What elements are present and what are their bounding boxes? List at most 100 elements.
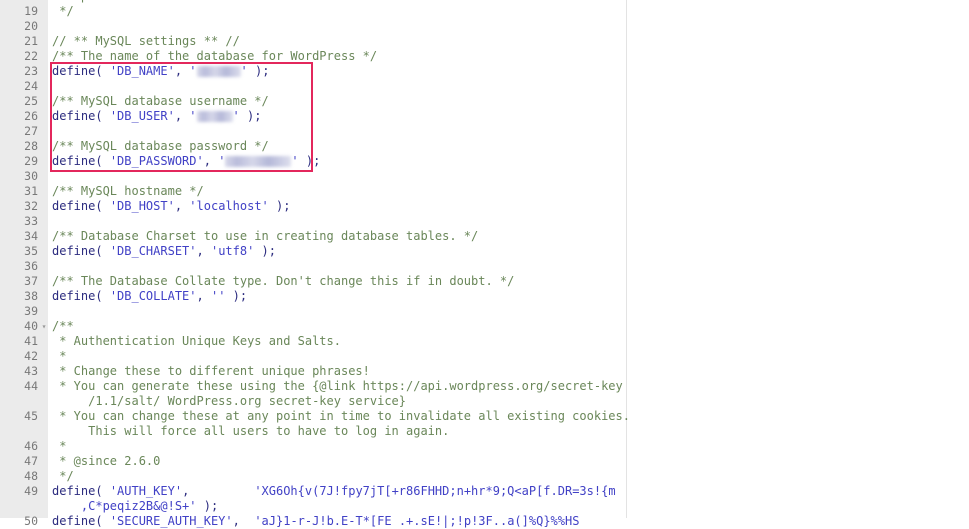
code-line[interactable]: 34 /** Database Charset to use in creatin… [0, 229, 969, 244]
token-p: ); [247, 64, 270, 78]
code-lines[interactable]: 18 * cp u19 */2021// ** MySQL settings *… [0, 0, 969, 529]
token-c: /** MySQL hostname */ [52, 184, 204, 198]
code-line[interactable]: 41 * Authentication Unique Keys and Salt… [0, 334, 969, 349]
line-number: 45 [24, 409, 38, 423]
code-line[interactable]: 28 /** MySQL database password */ [0, 139, 969, 154]
code-line[interactable]: 31 /** MySQL hostname */ [0, 184, 969, 199]
line-number: 33 [24, 214, 38, 228]
code-line[interactable]: 39 [0, 304, 969, 319]
code-text: * [52, 349, 66, 364]
line-number: 30 [24, 169, 38, 183]
line-number: 27 [24, 124, 38, 138]
token-c: /** [52, 319, 74, 333]
line-number: 26 [24, 109, 38, 123]
code-line[interactable]: 37 /** The Database Collate type. Don't c… [0, 274, 969, 289]
token-s: 'utf8' [210, 244, 255, 258]
line-number: 46 [24, 439, 38, 453]
line-number: 28 [24, 139, 38, 153]
code-text: * Change these to different unique phras… [52, 364, 370, 379]
code-text: define( 'DB_USER', ' ' ); [52, 109, 261, 124]
token-p: , [196, 289, 211, 303]
code-line[interactable]: 30 [0, 169, 969, 184]
code-text: * Authentication Unique Keys and Salts. [52, 334, 341, 349]
line-number: 25 [24, 94, 38, 108]
code-line[interactable]: 24 [0, 79, 969, 94]
token-p: , [232, 514, 255, 528]
code-line[interactable]: 25 /** MySQL database username */ [0, 94, 969, 109]
code-line[interactable]: 33 [0, 214, 969, 229]
token-c: * cp u [52, 0, 153, 3]
code-line[interactable]: 36 [0, 259, 969, 274]
token-c: */ [52, 469, 74, 483]
line-number: 29 [24, 154, 38, 168]
line-number: 20 [24, 19, 38, 33]
token-s: 'DB_USER' [109, 109, 175, 123]
line-number: 49 [24, 484, 38, 498]
token-c: /** The Database Collate type. Don't cha… [52, 274, 515, 288]
token-p: ); [268, 199, 291, 213]
token-p: ); [225, 289, 248, 303]
token-s: 'SECURE_AUTH_KEY' [109, 514, 233, 528]
code-line[interactable]: 40 ▾ /** [0, 319, 969, 334]
token-c: * @since 2.6.0 [52, 454, 161, 468]
redacted-value [196, 111, 233, 122]
code-text: define( 'SECURE_AUTH_KEY', 'aJ}1-r-J!b.E… [52, 514, 579, 529]
code-line[interactable]: 20 [0, 19, 969, 34]
code-line[interactable]: 43 * Change these to different unique ph… [0, 364, 969, 379]
token-fn: define [52, 64, 96, 78]
line-number: 19 [24, 4, 38, 18]
token-c: * Change these to different unique phras… [52, 364, 370, 378]
code-text: define( 'DB_COLLATE', '' ); [52, 289, 247, 304]
line-number: 44 [24, 379, 38, 393]
code-line[interactable]: 19 */ [0, 4, 969, 19]
line-number: 39 [24, 304, 38, 318]
code-line[interactable]: 32 define( 'DB_HOST', 'localhost' ); [0, 199, 969, 214]
code-editor[interactable]: 18 * cp u19 */2021// ** MySQL settings *… [0, 0, 969, 528]
line-number: 22 [24, 49, 38, 63]
code-line[interactable]: 21 // ** MySQL settings ** // [0, 34, 969, 49]
code-line[interactable]: 22 /** The name of the database for WordP… [0, 49, 969, 64]
token-fn: define [52, 244, 96, 258]
line-number: 41 [24, 334, 38, 348]
code-text: define( 'DB_PASSWORD', ' ' ); [52, 154, 320, 169]
token-c: * [52, 349, 67, 363]
code-line[interactable]: 35 define( 'DB_CHARSET', 'utf8' ); [0, 244, 969, 259]
code-fold-icon[interactable]: ▾ [40, 319, 48, 334]
code-line[interactable]: 27 [0, 124, 969, 139]
line-number: 36 [24, 259, 38, 273]
line-number: 47 [24, 454, 38, 468]
token-p: ( [95, 154, 110, 168]
token-fn: define [52, 109, 96, 123]
line-number: 38 [24, 289, 38, 303]
code-line[interactable]: 48 */ [0, 469, 969, 484]
code-line[interactable]: 26 define( 'DB_USER', ' ' ); [0, 109, 969, 124]
code-line[interactable]: 42 * [0, 349, 969, 364]
code-text: */ [52, 4, 73, 19]
token-fn: define [52, 154, 96, 168]
token-p: ); [298, 154, 321, 168]
token-p: ( [95, 199, 110, 213]
line-number: 40 [24, 319, 38, 333]
code-text: /** MySQL database password */ [52, 139, 269, 154]
token-p: , [182, 484, 255, 498]
token-c: /** The name of the database for WordPre… [52, 49, 378, 63]
token-c: * Authentication Unique Keys and Salts. [52, 334, 341, 348]
token-s: ' [240, 64, 248, 78]
code-line[interactable]: 38 define( 'DB_COLLATE', '' ); [0, 289, 969, 304]
code-text: * You can generate these using the {@lin… [52, 379, 623, 409]
token-s: 'DB_PASSWORD' [109, 154, 204, 168]
code-line[interactable]: 45 * You can change these at any point i… [0, 409, 969, 439]
token-s: 'DB_COLLATE' [109, 289, 197, 303]
code-line[interactable]: 49 define( 'AUTH_KEY', 'XG6Oh{v(7J!fpy7jT… [0, 484, 969, 514]
code-line[interactable]: 29 define( 'DB_PASSWORD', ' ' ); [0, 154, 969, 169]
token-p: ( [95, 484, 110, 498]
code-text: /** The name of the database for WordPre… [52, 49, 377, 64]
token-fn: define [52, 289, 96, 303]
code-line[interactable]: 50 define( 'SECURE_AUTH_KEY', 'aJ}1-r-J!b… [0, 514, 969, 529]
code-line[interactable]: 23 define( 'DB_NAME', ' ' ); [0, 64, 969, 79]
code-line[interactable]: 47 * @since 2.6.0 [0, 454, 969, 469]
code-line[interactable]: 46 * [0, 439, 969, 454]
token-c: /** Database Charset to use in creating … [52, 229, 479, 243]
code-line[interactable]: 44 * You can generate these using the {@… [0, 379, 969, 409]
line-number: 37 [24, 274, 38, 288]
